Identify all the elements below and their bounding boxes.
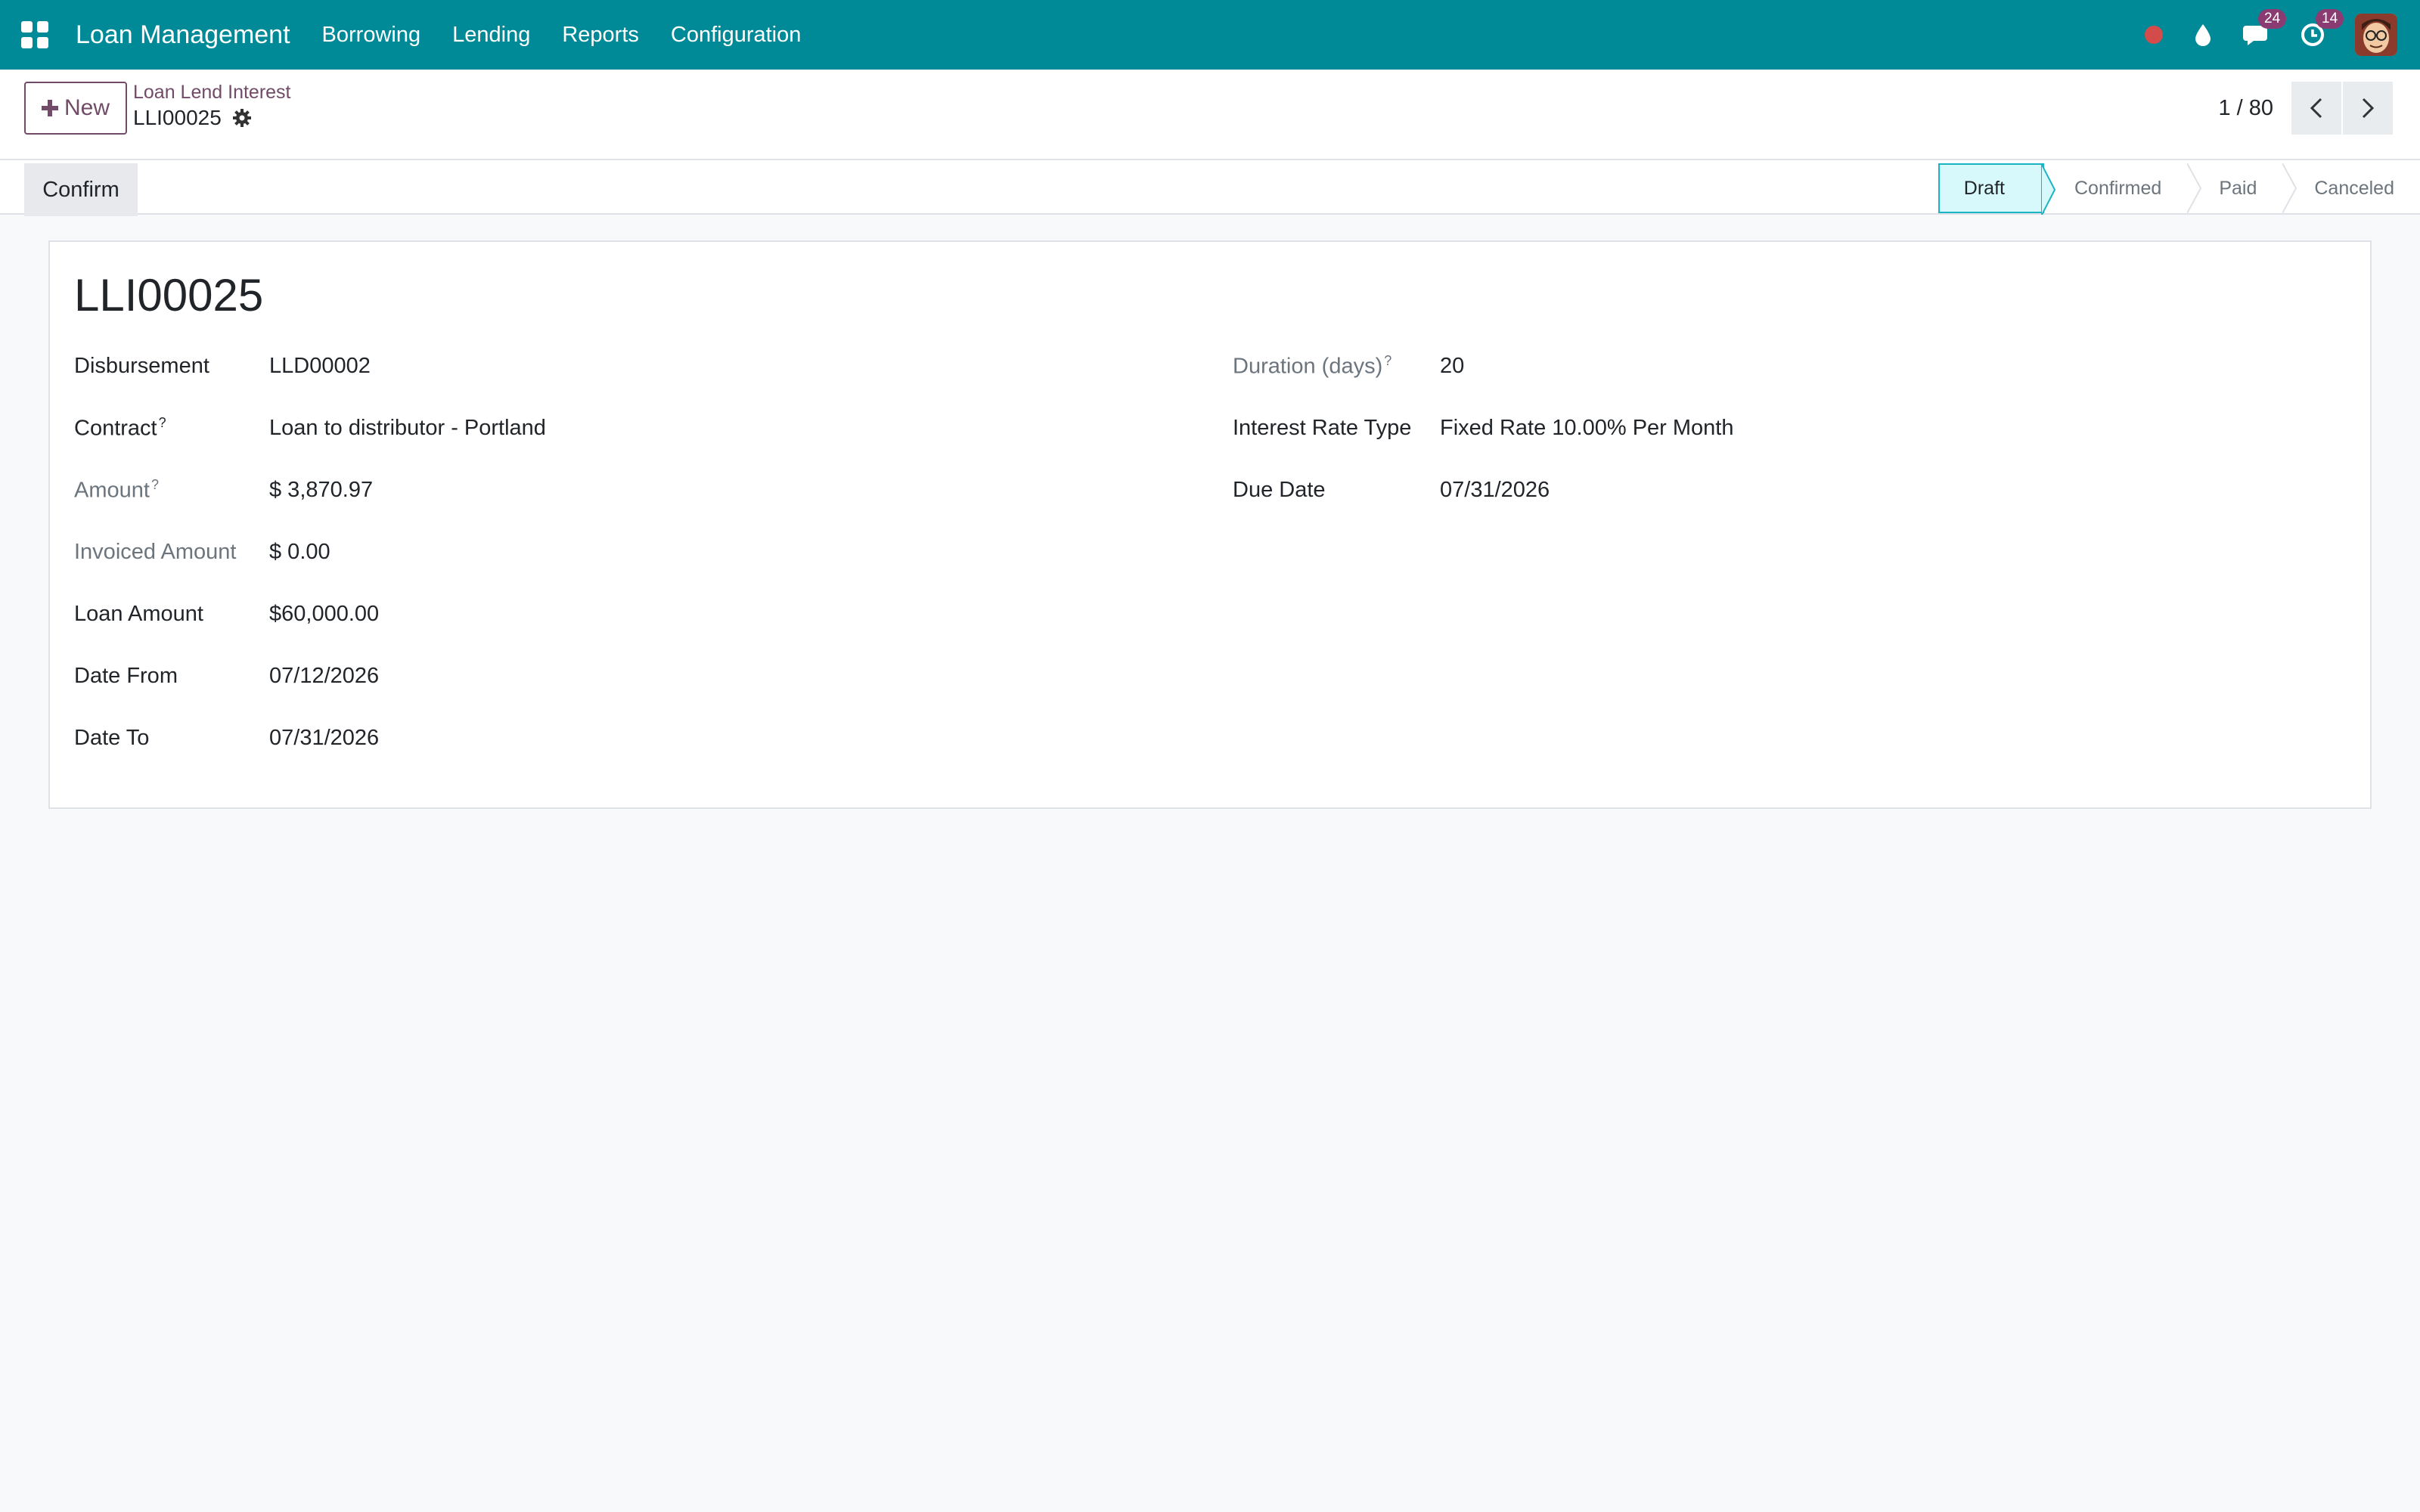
form-statusbar: Confirm Draft Confirmed Paid Canceled	[0, 160, 2420, 216]
recording-indicator[interactable]	[2145, 26, 2163, 44]
stage-arrow-icon	[2282, 163, 2297, 213]
avatar-icon	[2355, 14, 2397, 56]
duration-days-value: 20	[1440, 354, 1465, 378]
interest-rate-type-value[interactable]: Fixed Rate 10.00% Per Month	[1440, 416, 1733, 441]
amount-value: $ 3,870.97	[269, 478, 374, 502]
stage-arrow-icon	[2040, 165, 2056, 215]
date-from-value[interactable]: 07/12/2026	[269, 664, 379, 689]
status-stages: Draft Confirmed Paid Canceled	[1938, 163, 2420, 215]
field-date-from: Date From	[74, 661, 178, 691]
theme-toggle[interactable]	[2193, 23, 2213, 47]
field-label: Duration (days)?	[1233, 352, 1392, 379]
help-tooltip-icon[interactable]: ?	[159, 415, 166, 430]
field-label: Disbursement	[74, 353, 209, 378]
field-label: Date To	[74, 725, 150, 750]
field-label: Loan Amount	[74, 601, 203, 626]
field-amount: Amount?	[74, 475, 159, 505]
gear-icon[interactable]	[232, 108, 252, 128]
activities-menu[interactable]: 14	[2301, 9, 2344, 47]
control-panel: New Loan Lend Interest LLI00025 1 / 80	[0, 70, 2420, 160]
droplet-icon	[2195, 24, 2211, 46]
date-to-value[interactable]: 07/31/2026	[269, 726, 379, 751]
stage-arrow-icon	[2187, 163, 2202, 213]
stage-paid[interactable]: Paid	[2189, 163, 2297, 213]
field-label: Contract?	[74, 414, 166, 441]
help-tooltip-icon[interactable]: ?	[151, 477, 159, 492]
field-contract: Contract?	[74, 413, 166, 443]
top-navbar: Loan Management Borrowing Lending Report…	[0, 0, 2420, 70]
stage-label: Draft	[1963, 177, 2005, 199]
field-due-date: Due Date	[1233, 475, 1326, 505]
new-record-button[interactable]: New	[24, 82, 127, 135]
field-date-to: Date To	[74, 723, 149, 753]
app-title[interactable]: Loan Management	[76, 20, 290, 50]
loan-amount-value[interactable]: $60,000.00	[269, 602, 379, 627]
field-interest-rate-type: Interest Rate Type	[1233, 413, 1411, 443]
systray: 24 14	[2145, 0, 2420, 70]
plus-icon	[41, 100, 58, 116]
stage-label: Paid	[2219, 177, 2257, 199]
chevron-right-icon	[2362, 98, 2375, 119]
breadcrumb-current: LLI00025	[133, 106, 252, 130]
chevron-left-icon	[2310, 98, 2322, 119]
field-disbursement: Disbursement	[74, 351, 209, 381]
user-avatar[interactable]	[2355, 14, 2397, 56]
menu-lending[interactable]: Lending	[452, 23, 530, 48]
field-label: Interest Rate Type	[1233, 415, 1412, 440]
new-button-label: New	[64, 95, 110, 120]
pager-previous-button[interactable]	[2291, 82, 2341, 135]
menu-reports[interactable]: Reports	[562, 23, 639, 48]
pager: 1 / 80	[2218, 82, 2393, 135]
confirm-button[interactable]: Confirm	[24, 163, 138, 216]
pager-value[interactable]: 1 / 80	[2218, 96, 2273, 121]
field-label: Due Date	[1233, 477, 1326, 502]
pager-next-button[interactable]	[2343, 82, 2393, 135]
field-label: Date From	[74, 663, 178, 688]
field-label: Invoiced Amount	[74, 539, 237, 564]
field-duration-days: Duration (days)?	[1233, 351, 1392, 381]
due-date-value[interactable]: 07/31/2026	[1440, 478, 1550, 503]
stage-label: Canceled	[2314, 177, 2394, 199]
record-dot-icon	[2145, 26, 2163, 44]
field-loan-amount: Loan Amount	[74, 599, 203, 629]
breadcrumb-record-name: LLI00025	[133, 106, 222, 129]
messages-badge: 24	[2258, 9, 2287, 29]
contract-value[interactable]: Loan to distributor - Portland	[269, 416, 546, 441]
messages-menu[interactable]: 24	[2243, 9, 2287, 47]
disbursement-value[interactable]: LLD00002	[269, 354, 371, 379]
record-title: LLI00025	[74, 270, 264, 321]
menu-borrowing[interactable]: Borrowing	[322, 23, 421, 48]
field-invoiced-amount: Invoiced Amount	[74, 537, 236, 567]
activities-badge: 14	[2316, 9, 2344, 29]
stage-label: Confirmed	[2074, 177, 2162, 199]
help-tooltip-icon[interactable]: ?	[1384, 353, 1392, 368]
stage-confirmed[interactable]: Confirmed	[2043, 163, 2202, 213]
breadcrumb-parent-link[interactable]: Loan Lend Interest	[133, 82, 291, 104]
form-sheet: LLI00025 Disbursement LLD00002 Contract?…	[48, 240, 2372, 809]
stage-draft[interactable]: Draft	[1938, 163, 2056, 215]
stage-canceled[interactable]: Canceled	[2284, 163, 2420, 213]
menu-configuration[interactable]: Configuration	[671, 23, 802, 48]
invoiced-amount-value: $ 0.00	[269, 540, 330, 564]
field-label: Amount?	[74, 476, 159, 503]
apps-menu-icon[interactable]	[21, 21, 48, 48]
